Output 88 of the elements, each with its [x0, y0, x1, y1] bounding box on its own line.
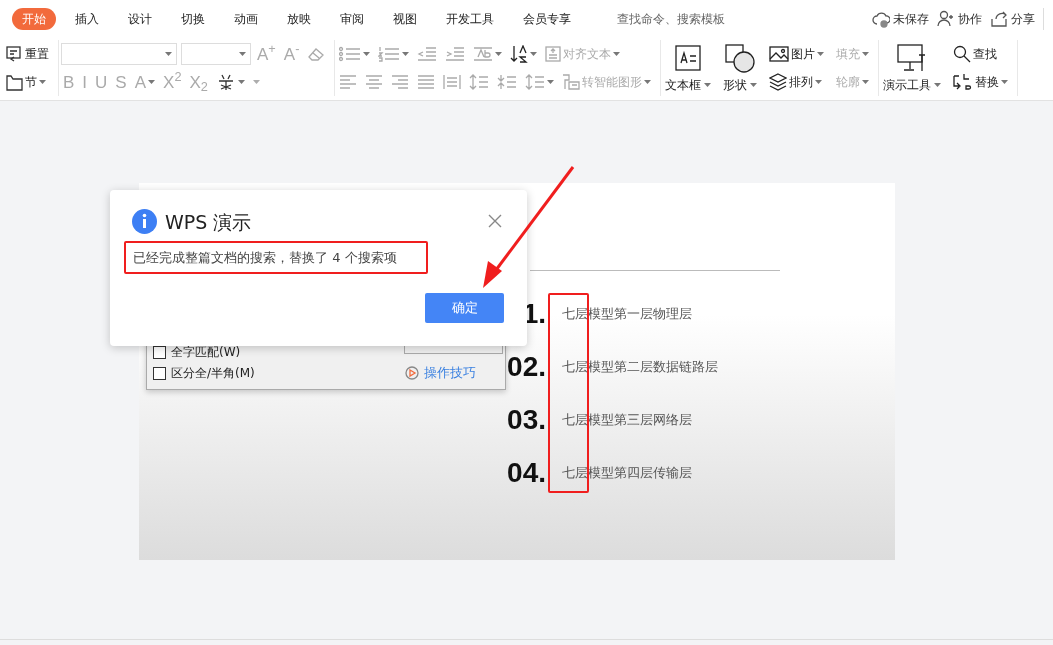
caret-icon — [613, 52, 621, 56]
image-icon — [769, 46, 790, 62]
checkbox-option[interactable]: 全字匹配(W) — [153, 343, 241, 361]
list-number: 02. — [507, 350, 546, 384]
dropdown-field[interactable] — [181, 43, 251, 65]
caret-icon — [704, 82, 712, 87]
caret-icon — [39, 80, 46, 84]
align-center-icon — [365, 74, 384, 90]
paragraph-spacing-icon — [497, 74, 518, 90]
caret-icon — [363, 52, 371, 56]
text-direction-icon — [473, 46, 494, 62]
caret-icon — [934, 82, 942, 87]
caret-icon — [644, 80, 652, 84]
info-icon — [132, 209, 157, 234]
tips-link[interactable]: 操作技巧 — [405, 363, 476, 383]
play-icon — [405, 365, 419, 380]
distribute-icon — [443, 74, 462, 90]
list-text: 七层模型第一层物理层 — [562, 305, 692, 324]
align-left-icon — [339, 74, 358, 90]
line-spacing-icon — [525, 74, 546, 90]
toolbar-button[interactable]: 形状 — [721, 40, 760, 96]
align-right-icon — [391, 74, 410, 90]
caret-icon — [817, 52, 825, 56]
line-spacing-icon — [469, 74, 490, 90]
caret-icon — [547, 80, 555, 84]
toolbar-button[interactable]: 分享 — [986, 10, 1039, 28]
justify-icon — [417, 74, 436, 90]
share-icon — [990, 10, 1008, 28]
menu-tab[interactable]: 插入 — [65, 8, 109, 30]
numbered-list-icon — [378, 46, 401, 62]
caret-icon — [530, 52, 538, 56]
ok-button[interactable]: 确定 — [425, 293, 504, 323]
caret-icon — [750, 82, 758, 87]
menu-tab[interactable]: 动画 — [224, 8, 268, 30]
shapes-icon — [724, 42, 757, 73]
section-icon — [6, 73, 23, 91]
toolbar-button[interactable]: 查找 — [951, 44, 1000, 64]
list-text: 七层模型第三层网络层 — [562, 411, 692, 430]
menu-tab[interactable]: 放映 — [277, 8, 321, 30]
increase-indent-icon — [445, 46, 466, 62]
caret-icon — [495, 52, 503, 56]
toolbar-button[interactable]: 协作 — [933, 10, 986, 28]
checkbox[interactable] — [153, 366, 166, 380]
toolbar-button[interactable] — [508, 44, 540, 64]
search-field[interactable]: 查找命令、搜索模板 — [615, 9, 765, 29]
caret-icon — [862, 52, 870, 56]
checkbox-option[interactable]: 区分全/半角(M) — [153, 364, 255, 382]
caret-icon — [165, 52, 172, 56]
layers-icon — [769, 73, 788, 91]
list-number: 03. — [507, 403, 546, 437]
smart-graphic-icon — [562, 74, 581, 90]
menu-tab[interactable]: 会员专享 — [513, 8, 581, 30]
caret-icon — [815, 80, 823, 84]
caret-icon — [148, 80, 156, 84]
dialog-message: 已经完成整篇文档的搜索，替换了 4 个搜索项 — [124, 241, 428, 274]
eraser-icon — [307, 46, 326, 62]
toolbar-button[interactable]: 替换 — [951, 72, 1011, 92]
menu-tab[interactable]: 切换 — [171, 8, 215, 30]
dropdown-field[interactable] — [61, 43, 177, 65]
toolbar-button[interactable]: 图片 — [767, 44, 827, 64]
toolbar-button[interactable]: 文本框 — [663, 40, 714, 96]
toolbar-button[interactable]: 演示工具 — [881, 40, 944, 96]
menu-tab[interactable]: 审阅 — [330, 8, 374, 30]
menu-tab[interactable]: 视图 — [383, 8, 427, 30]
align-text-icon — [545, 46, 562, 62]
toolbar-button[interactable]: 未保存 — [868, 10, 933, 28]
menu-tab[interactable]: 开发工具 — [436, 8, 504, 30]
search-icon — [953, 45, 972, 63]
caret-icon — [1001, 80, 1009, 84]
list-text: 七层模型第四层传输层 — [562, 464, 692, 483]
caret-icon — [402, 52, 410, 56]
toolbar-button[interactable]: 重置 — [4, 44, 51, 64]
bullet-list-icon — [339, 46, 362, 62]
decrease-indent-icon — [417, 46, 438, 62]
list-number: 04. — [507, 456, 546, 490]
menu-tab[interactable]: 设计 — [118, 8, 162, 30]
caret-icon — [239, 52, 246, 56]
reset-icon — [6, 45, 23, 63]
caret-icon — [862, 80, 870, 84]
replace-icon — [953, 73, 974, 91]
text-box-icon — [673, 42, 704, 73]
toolbar-button[interactable]: 节 — [4, 72, 48, 92]
toolbar-button[interactable]: 排列 — [767, 72, 825, 92]
list-text: 七层模型第二层数据链路层 — [562, 358, 718, 377]
dialog-title: WPS 演示 — [165, 210, 252, 235]
sort-icon — [510, 45, 529, 63]
user-add-icon — [937, 10, 955, 28]
cloud-icon — [872, 10, 890, 28]
